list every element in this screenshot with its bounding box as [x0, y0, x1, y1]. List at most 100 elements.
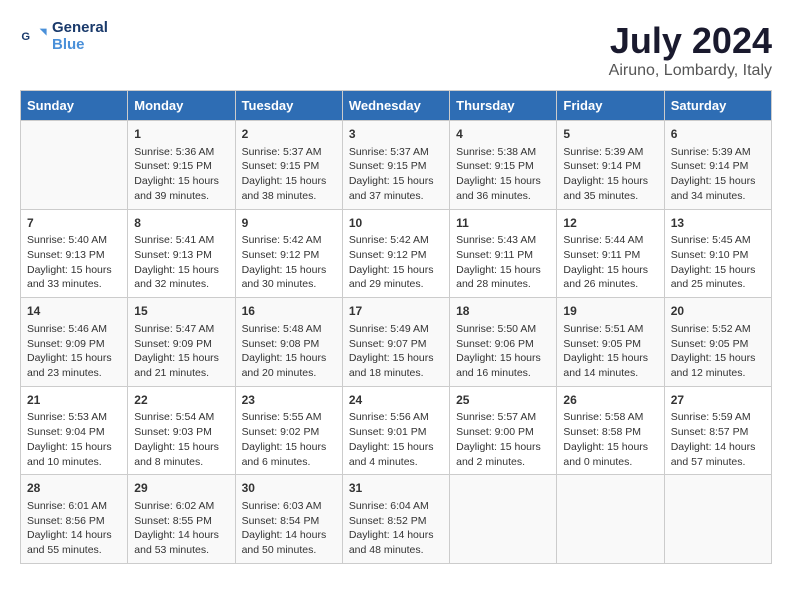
calendar-cell: 22Sunrise: 5:54 AM Sunset: 9:03 PM Dayli…: [128, 386, 235, 475]
cell-content: Sunrise: 5:52 AM Sunset: 9:05 PM Dayligh…: [671, 322, 765, 381]
svg-text:G: G: [21, 30, 30, 42]
day-number: 1: [134, 126, 228, 143]
calendar-cell: 10Sunrise: 5:42 AM Sunset: 9:12 PM Dayli…: [342, 209, 449, 298]
cell-content: Sunrise: 5:58 AM Sunset: 8:58 PM Dayligh…: [563, 410, 657, 469]
cell-content: Sunrise: 5:38 AM Sunset: 9:15 PM Dayligh…: [456, 145, 550, 204]
cell-content: Sunrise: 5:44 AM Sunset: 9:11 PM Dayligh…: [563, 233, 657, 292]
cell-content: Sunrise: 5:41 AM Sunset: 9:13 PM Dayligh…: [134, 233, 228, 292]
calendar-cell: 31Sunrise: 6:04 AM Sunset: 8:52 PM Dayli…: [342, 475, 449, 564]
calendar-cell: 16 Sunrise: 5:48 AM Sunset: 9:08 PM Dayli…: [235, 298, 342, 387]
calendar-week-row: 7Sunrise: 5:40 AM Sunset: 9:13 PM Daylig…: [21, 209, 772, 298]
day-number: 4: [456, 126, 550, 143]
cell-content: Sunrise: 5:57 AM Sunset: 9:00 PM Dayligh…: [456, 410, 550, 469]
weekday-header: Tuesday: [235, 91, 342, 121]
cell-content: Sunrise: 5:55 AM Sunset: 9:02 PM Dayligh…: [242, 410, 336, 469]
calendar-cell: 29 Sunrise: 6:02 AM Sunset: 8:55 PM Dayli…: [128, 475, 235, 564]
logo: G General Blue: [20, 20, 108, 53]
calendar-cell: 30 Sunrise: 6:03 AM Sunset: 8:54 PM Dayli…: [235, 475, 342, 564]
cell-content: Sunrise: 5:43 AM Sunset: 9:11 PM Dayligh…: [456, 233, 550, 292]
day-number: 11: [456, 215, 550, 232]
calendar-cell: 15Sunrise: 5:47 AM Sunset: 9:09 PM Dayli…: [128, 298, 235, 387]
weekday-header: Wednesday: [342, 91, 449, 121]
calendar-table: SundayMondayTuesdayWednesdayThursdayFrid…: [20, 90, 772, 564]
cell-content: Sunrise: 5:37 AM Sunset: 9:15 PM Dayligh…: [349, 145, 443, 204]
calendar-cell: 21Sunrise: 5:53 AM Sunset: 9:04 PM Dayli…: [21, 386, 128, 475]
calendar-cell: 7Sunrise: 5:40 AM Sunset: 9:13 PM Daylig…: [21, 209, 128, 298]
cell-content: Sunrise: 5:51 AM Sunset: 9:05 PM Dayligh…: [563, 322, 657, 381]
main-title: July 2024: [609, 20, 772, 62]
day-number: 23: [242, 392, 336, 409]
day-number: 12: [563, 215, 657, 232]
cell-content: Sunrise: 6:01 AM Sunset: 8:56 PM Dayligh…: [27, 499, 121, 558]
logo-line2: Blue: [52, 37, 108, 54]
cell-content: Sunrise: 5:46 AM Sunset: 9:09 PM Dayligh…: [27, 322, 121, 381]
calendar-cell: 9Sunrise: 5:42 AM Sunset: 9:12 PM Daylig…: [235, 209, 342, 298]
cell-content: Sunrise: 5:42 AM Sunset: 9:12 PM Dayligh…: [349, 233, 443, 292]
day-number: 17: [349, 303, 443, 320]
day-number: 19: [563, 303, 657, 320]
calendar-cell: 11Sunrise: 5:43 AM Sunset: 9:11 PM Dayli…: [450, 209, 557, 298]
weekday-header: Thursday: [450, 91, 557, 121]
cell-content: Sunrise: 5:50 AM Sunset: 9:06 PM Dayligh…: [456, 322, 550, 381]
calendar-cell: 24Sunrise: 5:56 AM Sunset: 9:01 PM Dayli…: [342, 386, 449, 475]
day-number: 25: [456, 392, 550, 409]
title-section: July 2024 Airuno, Lombardy, Italy: [609, 20, 772, 80]
cell-content: Sunrise: 5:54 AM Sunset: 9:03 PM Dayligh…: [134, 410, 228, 469]
cell-content: Sunrise: 6:02 AM Sunset: 8:55 PM Dayligh…: [134, 499, 228, 558]
cell-content: Sunrise: 5:59 AM Sunset: 8:57 PM Dayligh…: [671, 410, 765, 469]
weekday-header: Sunday: [21, 91, 128, 121]
cell-content: Sunrise: 5:39 AM Sunset: 9:14 PM Dayligh…: [671, 145, 765, 204]
day-number: 7: [27, 215, 121, 232]
day-number: 9: [242, 215, 336, 232]
day-number: 14: [27, 303, 121, 320]
calendar-cell: 20 Sunrise: 5:52 AM Sunset: 9:05 PM Dayli…: [664, 298, 771, 387]
day-number: 10: [349, 215, 443, 232]
calendar-cell: 1 Sunrise: 5:36 AM Sunset: 9:15 PM Daylig…: [128, 121, 235, 210]
day-number: 5: [563, 126, 657, 143]
logo-icon: G: [20, 23, 48, 51]
subtitle: Airuno, Lombardy, Italy: [609, 62, 772, 80]
day-number: 2: [242, 126, 336, 143]
day-number: 18: [456, 303, 550, 320]
day-number: 31: [349, 480, 443, 497]
day-number: 13: [671, 215, 765, 232]
day-number: 20: [671, 303, 765, 320]
cell-content: Sunrise: 5:37 AM Sunset: 9:15 PM Dayligh…: [242, 145, 336, 204]
calendar-cell: 12Sunrise: 5:44 AM Sunset: 9:11 PM Dayli…: [557, 209, 664, 298]
day-number: 8: [134, 215, 228, 232]
cell-content: Sunrise: 5:49 AM Sunset: 9:07 PM Dayligh…: [349, 322, 443, 381]
calendar-cell: 2 Sunrise: 5:37 AM Sunset: 9:15 PM Daylig…: [235, 121, 342, 210]
day-number: 29: [134, 480, 228, 497]
cell-content: Sunrise: 5:45 AM Sunset: 9:10 PM Dayligh…: [671, 233, 765, 292]
calendar-cell: 14 Sunrise: 5:46 AM Sunset: 9:09 PM Dayli…: [21, 298, 128, 387]
day-number: 16: [242, 303, 336, 320]
cell-content: Sunrise: 5:40 AM Sunset: 9:13 PM Dayligh…: [27, 233, 121, 292]
calendar-cell: 6 Sunrise: 5:39 AM Sunset: 9:14 PM Daylig…: [664, 121, 771, 210]
day-number: 30: [242, 480, 336, 497]
calendar-cell: 3Sunrise: 5:37 AM Sunset: 9:15 PM Daylig…: [342, 121, 449, 210]
cell-content: Sunrise: 5:56 AM Sunset: 9:01 PM Dayligh…: [349, 410, 443, 469]
weekday-header: Monday: [128, 91, 235, 121]
calendar-cell: [557, 475, 664, 564]
cell-content: Sunrise: 6:03 AM Sunset: 8:54 PM Dayligh…: [242, 499, 336, 558]
cell-content: Sunrise: 5:42 AM Sunset: 9:12 PM Dayligh…: [242, 233, 336, 292]
calendar-cell: 18 Sunrise: 5:50 AM Sunset: 9:06 PM Dayli…: [450, 298, 557, 387]
weekday-header: Saturday: [664, 91, 771, 121]
calendar-cell: 17 Sunrise: 5:49 AM Sunset: 9:07 PM Dayli…: [342, 298, 449, 387]
day-number: 24: [349, 392, 443, 409]
calendar-week-row: 14 Sunrise: 5:46 AM Sunset: 9:09 PM Dayli…: [21, 298, 772, 387]
calendar-cell: 27Sunrise: 5:59 AM Sunset: 8:57 PM Dayli…: [664, 386, 771, 475]
calendar-cell: 23Sunrise: 5:55 AM Sunset: 9:02 PM Dayli…: [235, 386, 342, 475]
day-number: 6: [671, 126, 765, 143]
calendar-cell: 19 Sunrise: 5:51 AM Sunset: 9:05 PM Dayli…: [557, 298, 664, 387]
cell-content: Sunrise: 5:48 AM Sunset: 9:08 PM Dayligh…: [242, 322, 336, 381]
weekday-header-row: SundayMondayTuesdayWednesdayThursdayFrid…: [21, 91, 772, 121]
day-number: 22: [134, 392, 228, 409]
calendar-cell: [450, 475, 557, 564]
logo-line1: General: [52, 20, 108, 37]
calendar-week-row: 21Sunrise: 5:53 AM Sunset: 9:04 PM Dayli…: [21, 386, 772, 475]
calendar-cell: 5Sunrise: 5:39 AM Sunset: 9:14 PM Daylig…: [557, 121, 664, 210]
calendar-cell: 4 Sunrise: 5:38 AM Sunset: 9:15 PM Daylig…: [450, 121, 557, 210]
page-header: G General Blue July 2024 Airuno, Lombard…: [20, 20, 772, 80]
cell-content: Sunrise: 5:36 AM Sunset: 9:15 PM Dayligh…: [134, 145, 228, 204]
